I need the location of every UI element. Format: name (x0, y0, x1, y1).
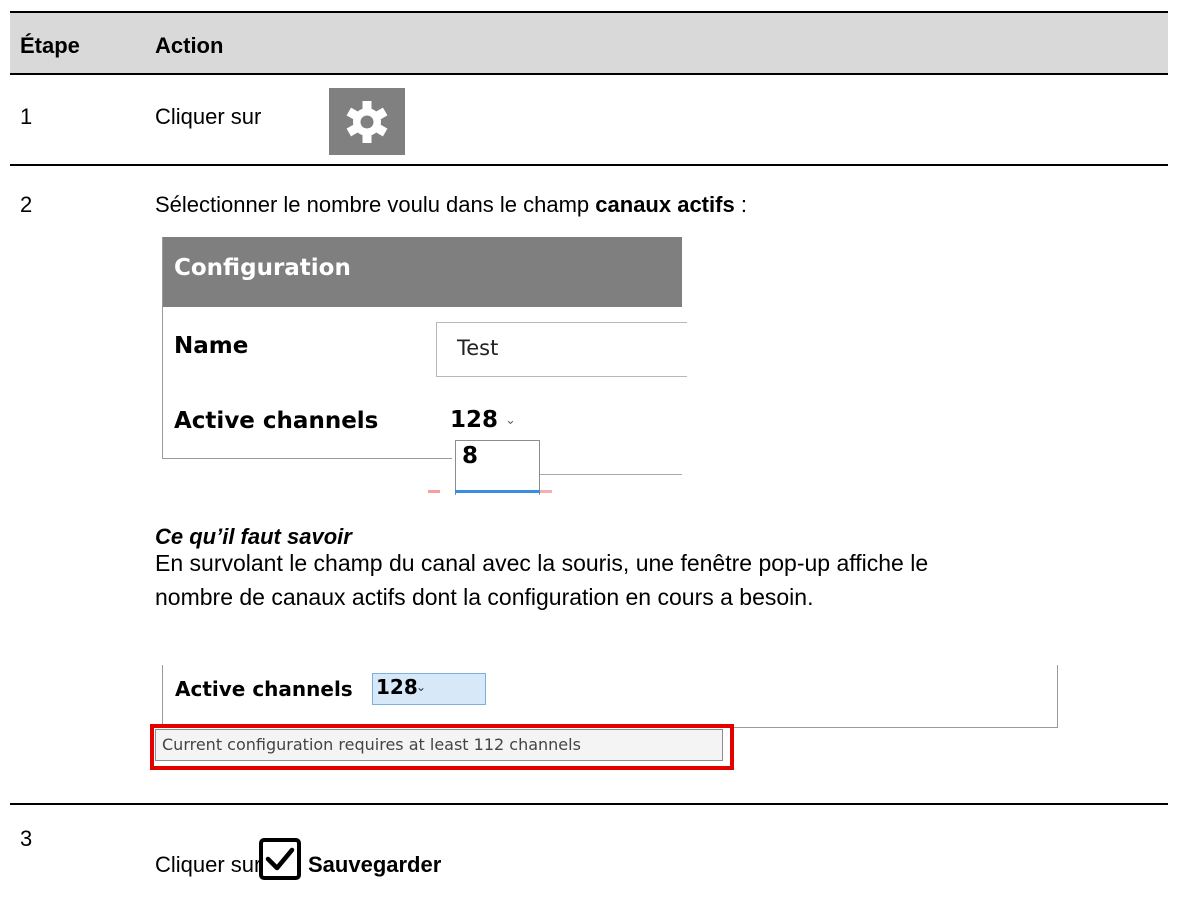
save-label: Sauvegarder (308, 852, 442, 877)
row-2-bottom-rule (10, 803, 1168, 805)
step-3-number: 3 (20, 826, 33, 851)
header-action: Action (155, 33, 224, 58)
name-label: Name (174, 333, 249, 359)
tooltip-text: Current configuration requires at least … (162, 735, 581, 754)
row-1-bottom-rule (10, 164, 1168, 166)
panel-bottom-border (730, 727, 1058, 728)
step-1-number: 1 (20, 104, 33, 129)
active-channels-label: Active channels (175, 677, 353, 701)
chevron-down-icon: ⌄ (505, 413, 516, 428)
chevron-down-icon: ⌄ (416, 680, 427, 694)
dropdown-selection-highlight (455, 490, 540, 493)
second-panel-top-border (540, 474, 682, 475)
step-2-text: Sélectionner le nombre voulu dans le cha… (155, 192, 747, 218)
gear-icon (346, 101, 388, 143)
dropdown-edge-mark (428, 490, 440, 493)
panel-left-border (162, 665, 163, 727)
step-3-text: Cliquer sur (155, 852, 262, 877)
field-name-canaux-actifs: canaux actifs (595, 192, 735, 217)
active-channels-value: 128 (450, 407, 499, 433)
dropdown-option-8[interactable]: 8 (462, 443, 478, 469)
step-1-text: Cliquer sur (155, 104, 262, 129)
note-title: Ce qu’il faut savoir (155, 524, 352, 549)
note-line-2: nombre de canaux actifs dont la configur… (155, 584, 814, 610)
checkbox-checked-icon[interactable] (258, 837, 302, 881)
step-2-text-prefix: Sélectionner le nombre voulu dans le cha… (155, 192, 590, 217)
config-panel-title: Configuration (174, 255, 351, 281)
active-channels-value: 128 (376, 675, 418, 699)
panel-bottom-border (162, 458, 452, 459)
active-channels-label: Active channels (174, 408, 379, 434)
header-bottom-rule (10, 73, 1168, 75)
name-input-value: Test (457, 336, 499, 360)
step-2-text-suffix: : (740, 192, 747, 217)
panel-left-border (162, 237, 163, 459)
panel-right-border (1057, 665, 1058, 727)
dropdown-edge-mark-right (540, 490, 552, 493)
settings-button[interactable] (329, 88, 405, 155)
header-step: Étape (20, 33, 80, 58)
note-line-1: En survolant le champ du canal avec la s… (155, 550, 929, 576)
step-2-number: 2 (20, 192, 33, 217)
